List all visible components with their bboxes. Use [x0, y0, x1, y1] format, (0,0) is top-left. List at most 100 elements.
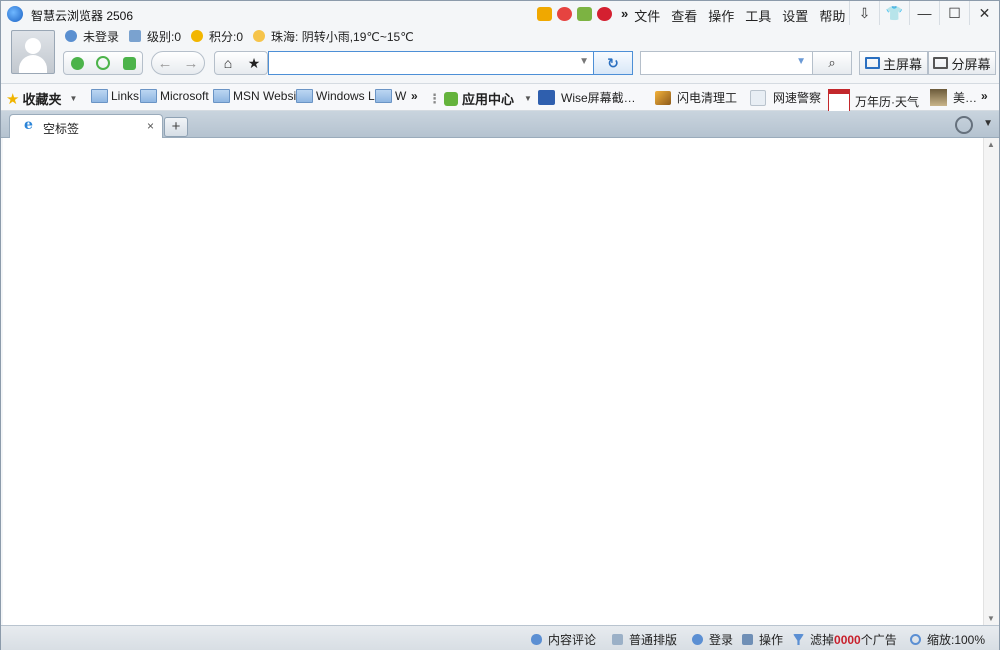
app-wise-screenshot[interactable]: Wise屏幕截… [538, 89, 636, 106]
points-text: 积分:0 [209, 29, 244, 44]
fav-overflow[interactable]: » [411, 89, 418, 103]
fav-item-windows[interactable]: Windows Li [296, 89, 377, 103]
layout-icon [612, 634, 623, 645]
monitor-icon [864, 57, 880, 69]
menu-tools[interactable]: 工具 [741, 6, 778, 25]
address-bar[interactable]: ▼ [268, 51, 594, 75]
app-beauty[interactable]: 美… [930, 89, 977, 106]
skin-icon[interactable]: 👕 [879, 1, 909, 25]
vertical-scrollbar[interactable]: ▲ ▼ [983, 138, 999, 625]
back-button[interactable]: ← [152, 52, 178, 74]
folder-icon [375, 89, 392, 103]
search-button[interactable]: ⌕ [812, 51, 852, 75]
user-icon [692, 634, 703, 645]
scroll-up-icon[interactable]: ▲ [987, 140, 995, 149]
screenshot-icon [538, 90, 555, 105]
favorites-bar: ★ 收藏夹 ▼ Links Microsoft MSN Websit Windo… [1, 83, 999, 113]
refresh-button[interactable]: ↻ [593, 51, 633, 75]
fav-item-microsoft[interactable]: Microsoft [140, 89, 209, 103]
history-nav: ← → [151, 51, 205, 75]
menu-settings[interactable]: 设置 [778, 6, 815, 25]
ie-icon: e [24, 117, 33, 133]
browser-window: 智慧云浏览器 2506 » 文件 查看 操作 工具 设置 帮助 ⇩ 👕 — ☐ … [0, 0, 1000, 650]
ad-count: 0000 [834, 632, 861, 647]
wrench-icon [742, 634, 753, 645]
app-center-menu[interactable]: ⋮ 应用中心 ▼ [428, 89, 532, 108]
status-layout[interactable]: 普通排版 [612, 631, 677, 648]
split-screen-button[interactable]: 分屏幕 [928, 51, 996, 75]
title-bar: 智慧云浏览器 2506 » 文件 查看 操作 工具 设置 帮助 ⇩ 👕 — ☐ … [1, 1, 999, 27]
folder-icon [213, 89, 230, 103]
menu-overflow-icon[interactable]: » [621, 6, 628, 25]
login-status[interactable]: 未登录 [83, 28, 119, 45]
search-box[interactable]: ▼ [640, 51, 813, 75]
weather-text[interactable]: 珠海: 阴转小雨,19℃~15℃ [271, 28, 414, 45]
search-engine-dropdown-icon[interactable]: ▼ [796, 56, 806, 67]
weather-icon [253, 30, 266, 42]
home-button[interactable]: ⌂ [215, 52, 241, 74]
menu-help[interactable]: 帮助 [815, 6, 852, 25]
folder-icon [140, 89, 157, 103]
window-controls: ⇩ 👕 — ☐ ✕ [849, 1, 999, 25]
points-icon [191, 30, 204, 42]
new-tab-button[interactable]: + [164, 117, 188, 137]
comment-icon [531, 634, 542, 645]
star-icon: ★ [6, 90, 20, 108]
puzzle-icon [444, 91, 458, 106]
folder-icon [296, 89, 313, 103]
cloud-icon[interactable] [64, 52, 90, 74]
app-overflow[interactable]: » [981, 89, 988, 103]
fav-item-links[interactable]: Links [91, 89, 139, 103]
favorite-star-button[interactable]: ★ [241, 52, 267, 74]
download-icon[interactable]: ⇩ [849, 1, 879, 25]
tab-label: 空标签 [43, 122, 80, 136]
chevron-down-icon: ▼ [69, 94, 78, 103]
zoom-icon [910, 634, 921, 645]
avatar[interactable] [11, 30, 55, 74]
monitor-split-icon [933, 57, 949, 69]
chevron-down-icon: ▼ [524, 94, 532, 103]
status-zoom[interactable]: 缩放:100% [910, 631, 985, 648]
maximize-button[interactable]: ☐ [939, 1, 969, 25]
menu-view[interactable]: 查看 [667, 6, 704, 25]
scroll-down-icon[interactable]: ▼ [987, 614, 995, 623]
grip-icon: ⋮ [428, 90, 441, 106]
page-content[interactable] [3, 138, 983, 625]
window-title: 智慧云浏览器 2506 [31, 9, 134, 23]
tab-list-dropdown-icon[interactable]: ▼ [983, 118, 993, 129]
close-button[interactable]: ✕ [969, 1, 999, 25]
favorites-menu[interactable]: ★ 收藏夹 ▼ [6, 89, 77, 108]
clock-icon[interactable] [955, 116, 973, 134]
level-icon [129, 30, 142, 42]
forward-button[interactable]: → [178, 52, 204, 74]
main-screen-button[interactable]: 主屏幕 [859, 51, 928, 75]
tab-bar: e 空标签 × + ▼ [1, 111, 999, 138]
minimize-button[interactable]: — [909, 1, 939, 25]
chat-icon[interactable] [116, 52, 142, 74]
menu-operate[interactable]: 操作 [704, 6, 741, 25]
app-net-police[interactable]: 网速警察 [750, 89, 821, 106]
tab-blank[interactable]: e 空标签 × [9, 114, 163, 138]
user-icon [65, 30, 77, 42]
status-operate[interactable]: 操作 [742, 631, 783, 648]
android-icon[interactable] [577, 7, 592, 21]
coin-icon[interactable] [537, 7, 552, 21]
app-logo-icon [7, 6, 23, 22]
compass-icon[interactable] [90, 52, 116, 74]
app-calendar-weather[interactable]: 万年历·天气 [828, 89, 919, 113]
fav-item-msn[interactable]: MSN Websit [213, 89, 299, 103]
weibo-icon[interactable] [557, 7, 572, 21]
tab-close-icon[interactable]: × [147, 119, 154, 133]
status-adblock[interactable]: 滤掉 0000 个广告 [793, 631, 897, 648]
app-flash-cleaner[interactable]: 闪电清理工 [655, 89, 737, 106]
menu-file[interactable]: 文件 [630, 6, 667, 25]
app-red-icon[interactable] [597, 7, 612, 21]
status-login[interactable]: 登录 [692, 631, 733, 648]
address-dropdown-icon[interactable]: ▼ [579, 56, 589, 67]
status-bar: 内容评论 普通排版 登录 操作 滤掉 0000 个广告 缩放:100% [1, 625, 999, 650]
level-text: 级别:0 [147, 29, 182, 44]
user-info: 未登录 级别:0 积分:0 珠海: 阴转小雨,19℃~15℃ [65, 28, 424, 44]
fav-item-w[interactable]: W [375, 89, 406, 103]
page-group: ⌂ ★ [214, 51, 268, 75]
status-comments[interactable]: 内容评论 [531, 631, 596, 648]
